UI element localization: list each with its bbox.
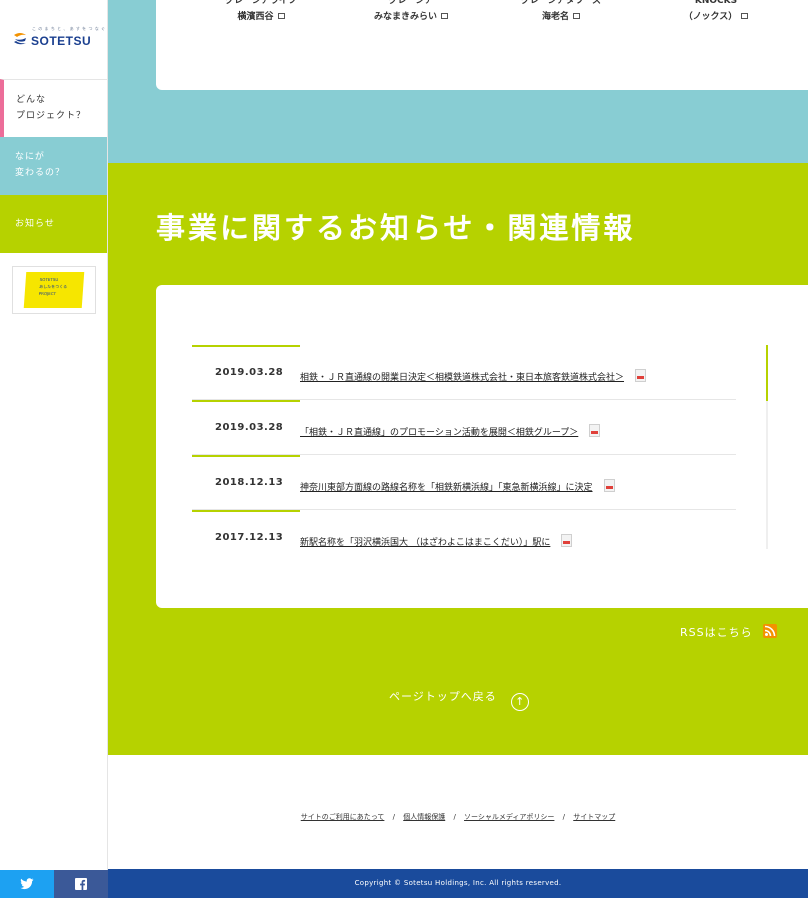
rss-link[interactable]: RSSはこちら bbox=[680, 624, 778, 640]
news-row: 2019.03.28 相鉄・ＪＲ直通線の開業日決定＜相模鉄道株式会社・東日本旅客… bbox=[192, 345, 736, 400]
project-banner-flag: SOTETSU あしたをつくる PROJECT bbox=[23, 272, 85, 308]
page-top-link[interactable]: ページトップへ戻る ↑ bbox=[389, 688, 530, 711]
news-row-accent bbox=[192, 400, 300, 402]
partner-name: 横濱西谷 bbox=[237, 12, 274, 22]
partner-top-label: グレーシアタワーズ bbox=[520, 0, 602, 5]
news-link[interactable]: 「相鉄・ＪＲ直通線」のプロモーション活動を展開＜相鉄グループ＞ bbox=[300, 422, 601, 438]
news-row-accent bbox=[192, 455, 300, 457]
news-card: 2019.03.28 相鉄・ＪＲ直通線の開業日決定＜相模鉄道株式会社・東日本旅客… bbox=[156, 285, 808, 608]
rss-label: RSSはこちら bbox=[680, 626, 753, 639]
pdf-icon bbox=[635, 369, 647, 382]
external-link-icon bbox=[573, 13, 580, 19]
nav-item-project-label: どんな プロジェクト？ bbox=[16, 95, 87, 121]
news-link[interactable]: 神奈川東部方面線の路線名称を「相鉄新横浜線」「東急新横浜線」に決定 bbox=[300, 477, 615, 493]
nav-item-changes[interactable]: なにが 変わるの？ bbox=[0, 137, 107, 195]
partner-top-label: KNOCKS bbox=[694, 0, 738, 5]
partner-name: （ノックス） bbox=[683, 12, 738, 22]
footer-link-terms[interactable]: サイトのご利用にあたって bbox=[301, 813, 385, 821]
facebook-icon bbox=[75, 878, 87, 890]
pdf-icon bbox=[561, 534, 573, 547]
external-link-icon bbox=[277, 13, 285, 19]
partner-item[interactable]: グレーシアタワーズ 海老名 bbox=[491, 0, 631, 23]
footer-separator: / bbox=[562, 813, 566, 821]
side-nav: どんな プロジェクト？ なにが 変わるの？ お知らせ bbox=[0, 79, 107, 253]
banner-line-2: あしたをつくる bbox=[39, 284, 68, 289]
external-link-icon bbox=[741, 13, 749, 19]
news-link-text: 相鉄・ＪＲ直通線の開業日決定＜相模鉄道株式会社・東日本旅客鉄道株式会社＞ bbox=[300, 373, 625, 383]
arrow-up-icon: ↑ bbox=[511, 693, 530, 711]
sidebar: こ の ま ち と 、 あ す を つ な ぐ SOTETSU どんな プロジェ… bbox=[0, 0, 108, 898]
footer-separator: / bbox=[453, 813, 456, 821]
section-title: 事業に関するお知らせ・関連情報 bbox=[156, 211, 636, 245]
news-link-text: 新駅名称を「羽沢横浜国大 （はざわよこはまこくだい）」駅に bbox=[300, 538, 551, 548]
partner-list: グレーシアライフ 横濱西谷 グレーシア みなまきみらい グレーシアタワーズ 海老… bbox=[156, 0, 808, 26]
twitter-button[interactable] bbox=[0, 870, 54, 898]
news-date: 2019.03.28 bbox=[215, 422, 284, 433]
nav-item-project[interactable]: どんな プロジェクト？ bbox=[0, 79, 107, 137]
footer-link-privacy[interactable]: 個人情報保護 bbox=[403, 813, 445, 821]
partner-top-label: グレーシア bbox=[388, 0, 434, 5]
nav-item-changes-label: なにが 変わるの？ bbox=[15, 152, 66, 178]
sotetsu-mark-icon bbox=[14, 33, 26, 45]
partner-item[interactable]: グレーシア みなまきみらい bbox=[341, 0, 481, 23]
news-row: 2019.03.28 「相鉄・ＪＲ直通線」のプロモーション活動を展開＜相鉄グルー… bbox=[192, 400, 736, 455]
project-banner[interactable]: SOTETSU あしたをつくる PROJECT bbox=[12, 266, 96, 314]
social-links bbox=[0, 870, 108, 898]
news-row: 2018.12.13 神奈川東部方面線の路線名称を「相鉄新横浜線」「東急新横浜線… bbox=[192, 455, 736, 510]
footer-link-sitemap[interactable]: サイトマップ bbox=[573, 813, 615, 821]
news-date: 2017.12.13 bbox=[215, 532, 284, 543]
news-link-text: 神奈川東部方面線の路線名称を「相鉄新横浜線」「東急新横浜線」に決定 bbox=[300, 483, 593, 493]
news-row: 2017.12.13 新駅名称を「羽沢横浜国大 （はざわよこはまこくだい）」駅に bbox=[192, 510, 736, 565]
nav-item-news-label: お知らせ bbox=[15, 219, 55, 229]
partner-name: 海老名 bbox=[541, 12, 569, 22]
partner-name: みなまきみらい bbox=[373, 12, 437, 22]
news-row-accent bbox=[192, 345, 300, 347]
news-row-accent bbox=[192, 510, 300, 512]
banner-line-3: PROJECT bbox=[38, 291, 57, 296]
footer-links: サイトのご利用にあたって / 個人情報保護 / ソーシャルメディアポリシー / … bbox=[108, 812, 808, 822]
rss-icon bbox=[763, 624, 778, 638]
news-scrollbar-thumb[interactable] bbox=[766, 345, 768, 401]
news-link-text: 「相鉄・ＪＲ直通線」のプロモーション活動を展開＜相鉄グループ＞ bbox=[300, 428, 579, 438]
logo-brand: SOTETSU bbox=[31, 34, 92, 48]
pdf-icon bbox=[589, 424, 601, 437]
facebook-button[interactable] bbox=[54, 870, 108, 898]
partner-item[interactable]: KNOCKS （ノックス） bbox=[646, 0, 786, 23]
pdf-icon bbox=[603, 479, 615, 492]
footer-link-social-policy[interactable]: ソーシャルメディアポリシー bbox=[464, 813, 554, 821]
partner-item[interactable]: グレーシアライフ 横濱西谷 bbox=[191, 0, 331, 23]
partner-top-label: グレーシアライフ bbox=[225, 0, 297, 5]
external-link-icon bbox=[441, 13, 448, 19]
copyright-bar: Copyright © Sotetsu Holdings, Inc. All r… bbox=[108, 869, 808, 898]
banner-line-1: SOTETSU bbox=[39, 277, 59, 282]
news-date: 2019.03.28 bbox=[215, 367, 284, 378]
news-date: 2018.12.13 bbox=[215, 477, 284, 488]
twitter-icon bbox=[20, 878, 34, 890]
copyright-text: Copyright © Sotetsu Holdings, Inc. All r… bbox=[354, 879, 562, 887]
footer-separator: / bbox=[392, 813, 395, 821]
nav-item-news[interactable]: お知らせ bbox=[0, 195, 107, 253]
page-top-label: ページトップへ戻る bbox=[389, 690, 497, 703]
news-link[interactable]: 新駅名称を「羽沢横浜国大 （はざわよこはまこくだい）」駅に bbox=[300, 532, 573, 548]
logo-tagline: こ の ま ち と 、 あ す を つ な ぐ bbox=[32, 26, 106, 31]
sotetsu-logo[interactable]: こ の ま ち と 、 あ す を つ な ぐ SOTETSU bbox=[12, 26, 105, 52]
news-link[interactable]: 相鉄・ＪＲ直通線の開業日決定＜相模鉄道株式会社・東日本旅客鉄道株式会社＞ bbox=[300, 367, 647, 383]
